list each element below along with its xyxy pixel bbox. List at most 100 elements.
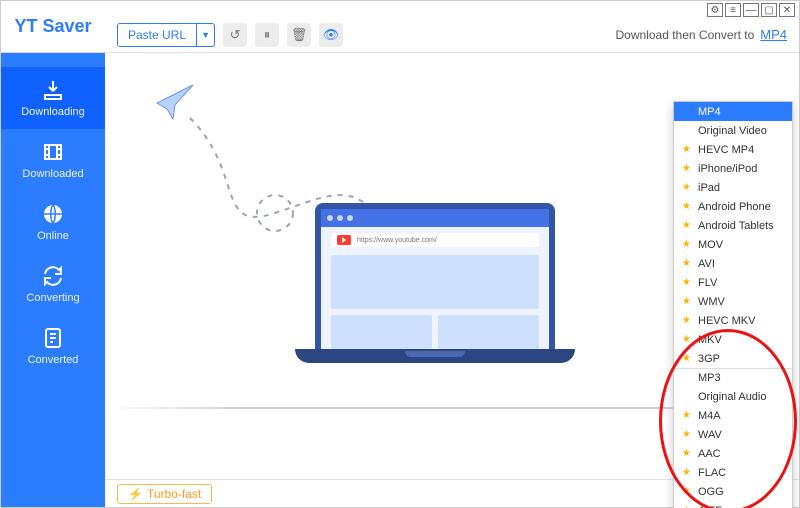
brand-title: YT Saver: [1, 1, 105, 53]
bolt-icon: ⚡: [128, 487, 143, 501]
format-option-avi[interactable]: ★AVI: [674, 254, 792, 273]
maximize-button[interactable]: ▢: [761, 3, 777, 17]
format-option-label: M4A: [698, 410, 721, 422]
eye-icon: 👁: [323, 27, 340, 43]
main-area: ⚙ ≡ –– ▢ ✕ Paste URL ▼ ↺ ⏸ 🗑 👁 Download …: [105, 1, 799, 507]
preview-button[interactable]: 👁: [319, 23, 343, 47]
paste-url-dropdown[interactable]: ▼: [196, 24, 214, 46]
convert-prefix: Download then Convert to: [616, 28, 755, 42]
gear-icon: ⚙: [711, 5, 720, 16]
sidebar-item-label: Online: [37, 230, 69, 242]
pause-button[interactable]: ⏸: [255, 23, 279, 47]
format-option-label: AIFF: [698, 505, 722, 508]
star-icon: ★: [682, 467, 692, 478]
format-option-label: iPad: [698, 182, 720, 194]
format-option-mp4[interactable]: ★MP4: [674, 102, 792, 121]
sidebar-item-converted[interactable]: Converted: [1, 315, 105, 377]
format-option-m4a[interactable]: ★ M4A: [674, 406, 792, 425]
close-button[interactable]: ✕: [779, 3, 795, 17]
sidebar-item-converting[interactable]: Converting: [1, 253, 105, 315]
menu-icon: ≡: [730, 5, 736, 16]
format-option-aiff[interactable]: ★AIFF: [674, 501, 792, 508]
format-option-label: MP3: [698, 372, 721, 384]
convert-format-link[interactable]: MP4: [760, 27, 787, 42]
format-option-label: Original Audio: [698, 391, 767, 403]
toolbar: Paste URL ▼ ↺ ⏸ 🗑 👁 Download then Conver…: [105, 17, 799, 53]
format-option-flac[interactable]: ★ FLAC: [674, 463, 792, 482]
sidebar-item-downloading[interactable]: Downloading: [1, 67, 105, 129]
star-icon: ★: [682, 201, 692, 212]
caret-down-icon: ▼: [201, 30, 210, 40]
laptop-illustration: https://www.youtube.com/: [295, 203, 575, 363]
format-option-label: OGG: [698, 486, 724, 498]
star-icon: ★: [682, 410, 692, 421]
turbo-fast-button[interactable]: ⚡ Turbo-fast: [117, 484, 212, 504]
format-option-label: WAV: [698, 429, 722, 441]
paste-url-button[interactable]: Paste URL: [118, 24, 196, 46]
star-icon: ★: [682, 486, 692, 497]
star-icon: ★: [682, 315, 692, 326]
star-icon: ★: [682, 144, 692, 155]
pause-icon: ⏸: [264, 27, 271, 43]
star-icon: ★: [682, 334, 692, 345]
illustration-url: https://www.youtube.com/: [357, 237, 437, 244]
format-option-ogg[interactable]: ★ OGG: [674, 482, 792, 501]
maximize-icon: ▢: [764, 5, 773, 16]
content-area: https://www.youtube.com/ ★MP4★Original V…: [105, 53, 799, 479]
star-icon: ★: [682, 353, 692, 364]
format-option-hevc-mp4[interactable]: ★HEVC MP4: [674, 140, 792, 159]
format-option-original-audio[interactable]: ★Original Audio: [674, 387, 792, 406]
format-option-mov[interactable]: ★ MOV: [674, 235, 792, 254]
format-option-label: AVI: [698, 258, 715, 270]
format-option-label: FLAC: [698, 467, 726, 479]
format-option-label: Android Tablets: [698, 220, 774, 232]
format-option-label: AAC: [698, 448, 721, 460]
refresh-icon: [41, 264, 65, 288]
titlebar: ⚙ ≡ –– ▢ ✕: [105, 1, 799, 17]
star-icon: ★: [682, 296, 692, 307]
trash-icon: 🗑: [291, 27, 308, 43]
globe-icon: [41, 202, 65, 226]
format-option-iphone-ipod[interactable]: ★ iPhone/iPod: [674, 159, 792, 178]
youtube-icon: [337, 235, 351, 245]
format-option-label: Android Phone: [698, 201, 771, 213]
star-icon: ★: [682, 163, 692, 174]
format-dropdown[interactable]: ★MP4★Original Video★HEVC MP4★iPhone/iPod…: [673, 101, 793, 508]
sidebar-item-online[interactable]: Online: [1, 191, 105, 253]
format-option-ipad[interactable]: ★iPad: [674, 178, 792, 197]
format-option-label: WMV: [698, 296, 725, 308]
star-icon: ★: [682, 239, 692, 250]
convert-to-label: Download then Convert to MP4: [616, 27, 787, 42]
format-option-wmv[interactable]: ★ WMV: [674, 292, 792, 311]
undo-icon: ↺: [230, 27, 241, 43]
app-window: YT Saver Downloading Downloaded Online Conv…: [0, 0, 800, 508]
menu-button[interactable]: ≡: [725, 3, 741, 17]
format-option-aac[interactable]: ★AAC: [674, 444, 792, 463]
format-option-mkv[interactable]: ★MKV: [674, 330, 792, 349]
star-icon: ★: [682, 429, 692, 440]
format-option-wav[interactable]: ★ WAV: [674, 425, 792, 444]
format-option-original-video[interactable]: ★Original Video: [674, 121, 792, 140]
star-icon: ★: [682, 277, 692, 288]
format-option-hevc-mkv[interactable]: ★ HEVC MKV: [674, 311, 792, 330]
sidebar-item-label: Downloaded: [22, 168, 83, 180]
sidebar-item-downloaded[interactable]: Downloaded: [1, 129, 105, 191]
format-option-label: Original Video: [698, 125, 767, 137]
format-option-label: iPhone/iPod: [698, 163, 757, 175]
minimize-icon: ––: [745, 5, 756, 16]
format-option-label: HEVC MKV: [698, 315, 755, 327]
format-option-android-tablets[interactable]: ★ Android Tablets: [674, 216, 792, 235]
sidebar-item-label: Converting: [26, 292, 79, 304]
undo-button[interactable]: ↺: [223, 23, 247, 47]
delete-button[interactable]: 🗑: [287, 23, 311, 47]
minimize-button[interactable]: ––: [743, 3, 759, 17]
format-option-label: MOV: [698, 239, 723, 251]
format-option-android-phone[interactable]: ★ Android Phone: [674, 197, 792, 216]
format-option-flv[interactable]: ★FLV: [674, 273, 792, 292]
turbo-label: Turbo-fast: [147, 487, 201, 501]
sidebar-nav: Downloading Downloaded Online Converting Con…: [1, 53, 105, 377]
settings-button[interactable]: ⚙: [707, 3, 723, 17]
format-option-3gp[interactable]: ★3GP: [674, 349, 792, 368]
format-option-mp3[interactable]: ★MP3: [674, 368, 792, 387]
star-icon: ★: [682, 220, 692, 231]
